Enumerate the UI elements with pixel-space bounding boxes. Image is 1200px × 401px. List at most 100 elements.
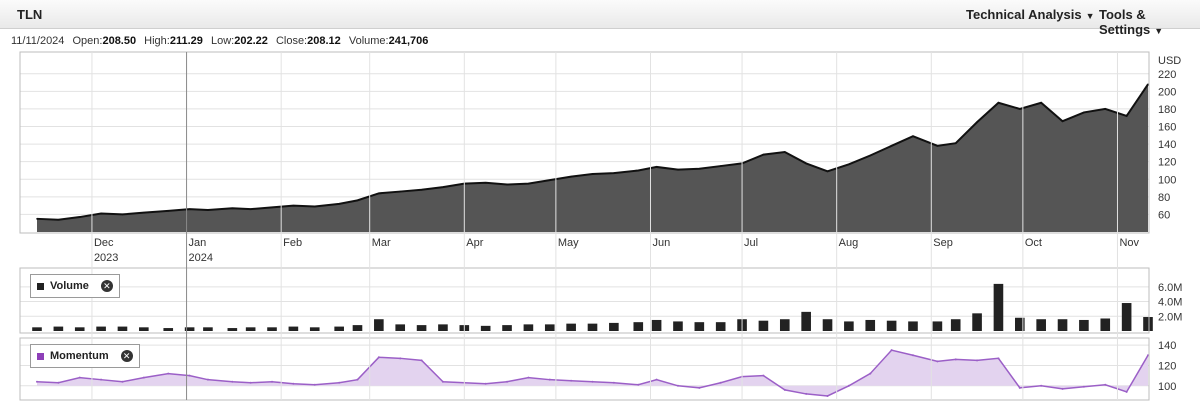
price-point <box>848 163 850 166</box>
momentum-point <box>441 380 444 383</box>
momentum-swatch <box>37 352 44 360</box>
high-label: High: <box>144 35 170 47</box>
volume-bar <box>203 327 213 331</box>
volume-bar <box>865 319 876 331</box>
momentum-point <box>847 384 850 387</box>
low-label: Low: <box>210 35 235 47</box>
price-point <box>506 183 508 186</box>
price-point <box>167 210 170 212</box>
volume-bar <box>822 319 833 331</box>
close-circle-icon[interactable]: ✕ <box>120 350 133 362</box>
volume-bar <box>651 319 662 331</box>
chevron-down-icon: ▼ <box>1085 11 1095 21</box>
momentum-legend: Momentum ✕ <box>30 344 140 368</box>
momentum-point <box>506 380 509 383</box>
momentum-point <box>484 382 487 385</box>
volume-bar <box>1121 303 1132 331</box>
volume-tick-label: 6.0M <box>1158 282 1182 294</box>
x-tick-label: Jul <box>744 237 758 249</box>
open-value: 208.50 <box>102 35 137 47</box>
momentum-point <box>936 360 939 363</box>
momentum-point <box>1061 387 1064 390</box>
low-value: 202.22 <box>234 35 268 47</box>
volume-bar <box>544 324 555 331</box>
momentum-point <box>377 356 380 359</box>
momentum-point <box>1104 383 1107 386</box>
volume-bar <box>117 326 128 331</box>
volume-bar <box>309 327 320 331</box>
momentum-tick-label: 140 <box>1158 340 1176 352</box>
price-point <box>591 173 594 175</box>
price-point <box>57 218 60 221</box>
price-point <box>249 208 252 210</box>
volume-bar <box>737 319 747 331</box>
price-tick-label: 220 <box>1158 69 1176 81</box>
price-point <box>637 169 640 172</box>
volume-bar <box>673 321 683 331</box>
volume-bar <box>1143 317 1153 331</box>
volume-bar <box>715 322 726 331</box>
x-tick-label: Apr <box>466 237 483 249</box>
price-point <box>1083 111 1085 114</box>
momentum-point <box>1125 390 1128 393</box>
price-tick-label: 140 <box>1158 139 1176 151</box>
technical-analysis-label: Technical Analysis <box>966 7 1082 22</box>
momentum-point <box>292 382 295 385</box>
price-tick-label: 200 <box>1158 86 1176 98</box>
momentum-point <box>676 384 679 387</box>
stock-chart[interactable]: 60 80 100 120 140 160 180 200 220 USD Dec 2023 Jan 20… <box>0 0 1200 401</box>
price-tick-label: 180 <box>1158 104 1176 116</box>
price-point <box>570 175 572 178</box>
volume-swatch <box>37 282 44 290</box>
tools-settings-menu[interactable]: Tools & Settings ▼ <box>1099 7 1200 37</box>
price-point <box>869 154 872 157</box>
volume-tick-label: 2.0M <box>1158 311 1182 323</box>
momentum-point <box>570 379 573 382</box>
volume-tick-label: 4.0M <box>1158 297 1182 309</box>
momentum-point <box>826 394 829 397</box>
price-unit-label: USD <box>1158 55 1181 67</box>
momentum-point <box>612 381 615 384</box>
volume-bar <box>972 313 982 331</box>
momentum-point <box>36 380 38 383</box>
momentum-line <box>36 349 1149 397</box>
price-point <box>936 145 939 147</box>
momentum-point <box>313 383 316 386</box>
momentum-point <box>100 378 103 381</box>
volume-bar <box>334 326 344 331</box>
x-tick-label: Aug <box>839 237 859 249</box>
price-tick-label: 160 <box>1158 122 1176 134</box>
momentum-legend-label: Momentum <box>50 350 109 362</box>
volume-bar <box>587 323 598 331</box>
price-point <box>890 145 893 147</box>
volume-bar <box>395 324 406 331</box>
panel-frame <box>19 267 1150 334</box>
momentum-point <box>591 380 594 383</box>
momentum-point <box>356 378 359 381</box>
momentum-point <box>741 375 744 378</box>
volume-bar <box>932 321 943 331</box>
volume-bar <box>908 321 918 331</box>
momentum-point <box>655 378 658 381</box>
price-point <box>1040 101 1042 104</box>
volume-bar <box>227 328 238 331</box>
technical-analysis-menu[interactable]: Technical Analysis ▼ <box>966 7 1095 22</box>
price-point <box>188 208 191 210</box>
volume-bar <box>633 322 644 331</box>
x-tick-label: May <box>558 237 579 249</box>
price-point <box>420 189 423 191</box>
momentum-point <box>1040 384 1043 387</box>
momentum-point <box>869 372 872 375</box>
volume-bar <box>288 326 299 331</box>
close-circle-icon[interactable]: ✕ <box>100 280 113 292</box>
price-point <box>698 167 701 170</box>
volume-bar <box>416 325 427 331</box>
ohlc-readout: 11/11/2024 Open:208.50 High:211.29 Low:2… <box>11 35 428 47</box>
price-point <box>527 182 530 185</box>
momentum-point <box>399 357 402 360</box>
volume-bar <box>566 323 576 331</box>
momentum-point <box>231 380 234 383</box>
price-tick-label: 60 <box>1158 209 1170 221</box>
volume-bar <box>758 320 769 331</box>
volume-bar <box>886 320 897 331</box>
